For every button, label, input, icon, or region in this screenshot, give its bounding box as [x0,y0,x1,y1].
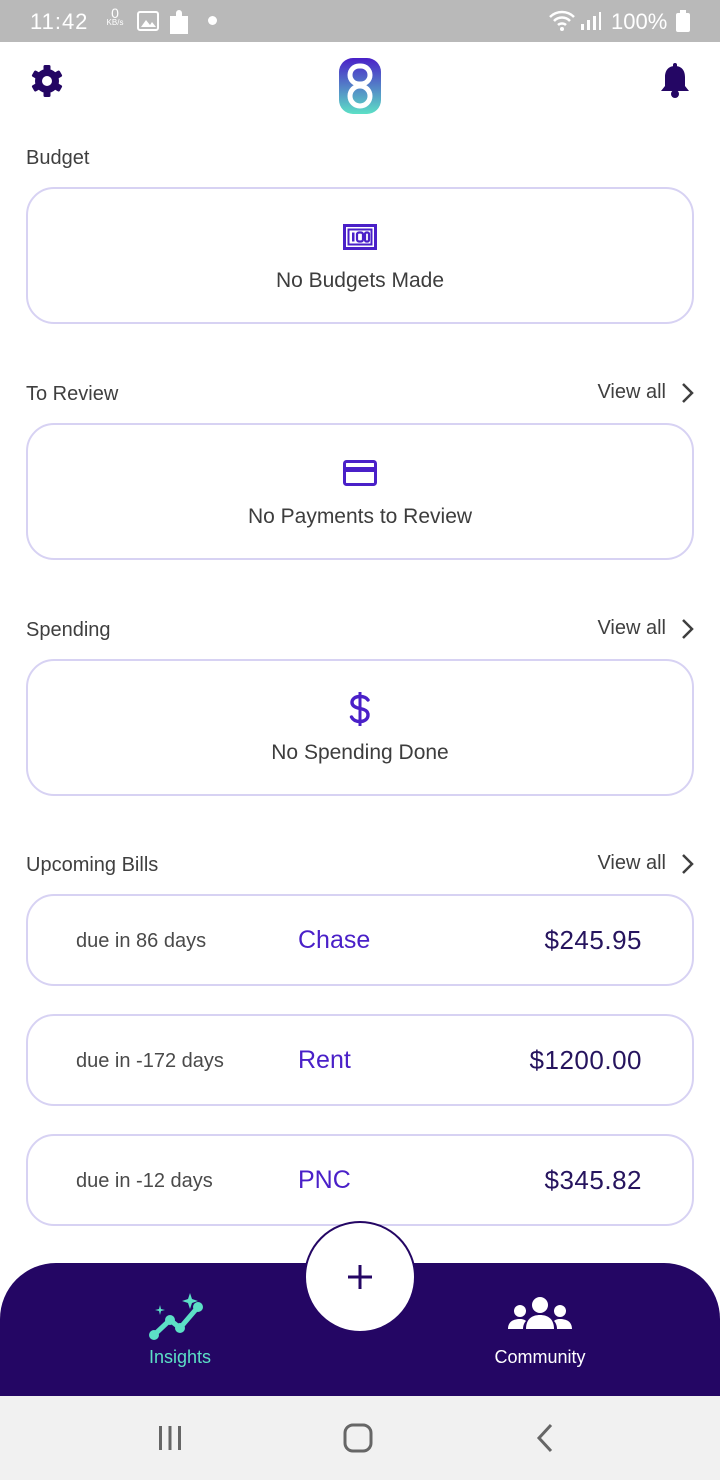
bill-amount: $345.82 [544,1165,642,1195]
credit-card-icon [343,455,377,491]
budget-card[interactable]: No Budgets Made [26,187,694,324]
bill-card[interactable]: due in 86 days Chase $245.95 [26,894,694,986]
plus-icon [348,1265,372,1289]
bell-icon [661,63,689,98]
upcoming-bills-view-all-link[interactable]: View all [597,852,694,875]
bill-due: due in -172 days [76,1050,224,1072]
tab-community[interactable]: Community [470,1293,610,1368]
chevron-right-icon [682,853,694,874]
app-logo [336,56,384,116]
home-button[interactable] [338,1418,378,1458]
system-navigation-bar [0,1396,720,1480]
tab-insights[interactable]: Insights [120,1293,240,1368]
to-review-section-title: To Review [26,383,119,405]
view-all-label: View all [597,852,666,874]
battery-level: 100% [611,9,668,34]
spending-card[interactable]: No Spending Done [26,659,694,796]
budget-icon [343,219,377,255]
budget-empty-label: No Budgets Made [275,268,445,292]
spending-empty-label: No Spending Done [271,740,449,764]
back-icon [536,1423,553,1453]
spending-section-title: Spending [26,619,111,641]
signal-icon [580,11,602,36]
to-review-view-all-link[interactable]: View all [597,381,694,404]
back-button[interactable] [525,1418,565,1458]
gear-icon [31,65,63,97]
bill-payee: Rent [298,1046,351,1074]
upcoming-bills-section-title: Upcoming Bills [26,854,159,876]
app-header [0,42,720,132]
add-button[interactable] [304,1221,416,1333]
to-review-card[interactable]: No Payments to Review [26,423,694,560]
bill-payee: PNC [298,1166,351,1194]
wifi-icon [548,10,576,37]
bill-due: due in -12 days [76,1170,213,1192]
net-speed-unit: KB/s [106,18,124,27]
bill-payee: Chase [298,926,371,954]
chevron-right-icon [682,618,694,639]
bill-amount: $245.95 [544,925,642,955]
status-bar: 11:42 0 KB/s 100% [0,0,720,42]
puzzle-icon [166,8,194,41]
tab-insights-label: Insights [148,1347,212,1367]
view-all-label: View all [597,617,666,639]
net-speed-value: 0 [111,5,119,21]
net-speed: 0 KB/s [102,5,128,28]
recent-apps-icon [159,1426,181,1450]
to-review-empty-label: No Payments to Review [247,504,473,528]
spending-view-all-link[interactable]: View all [597,617,694,640]
community-people-icon [508,1297,572,1329]
bill-amount: $1200.00 [529,1045,642,1075]
notifications-button[interactable] [656,62,694,100]
notification-dot-icon [208,16,217,25]
tab-community-label: Community [494,1347,586,1367]
recent-apps-button[interactable] [150,1418,190,1458]
battery-icon [675,10,691,37]
status-time: 11:42 [30,9,89,34]
budget-section-title: Budget [26,147,90,169]
home-icon [343,1423,373,1453]
insights-chart-icon [149,1293,203,1340]
settings-button[interactable] [28,62,66,100]
dollar-icon [348,691,372,727]
bill-due: due in 86 days [76,930,207,952]
view-all-label: View all [597,381,666,403]
bill-card[interactable]: due in -12 days PNC $345.82 [26,1134,694,1226]
bill-card[interactable]: due in -172 days Rent $1200.00 [26,1014,694,1106]
chevron-right-icon [682,382,694,403]
gallery-icon [137,11,159,36]
